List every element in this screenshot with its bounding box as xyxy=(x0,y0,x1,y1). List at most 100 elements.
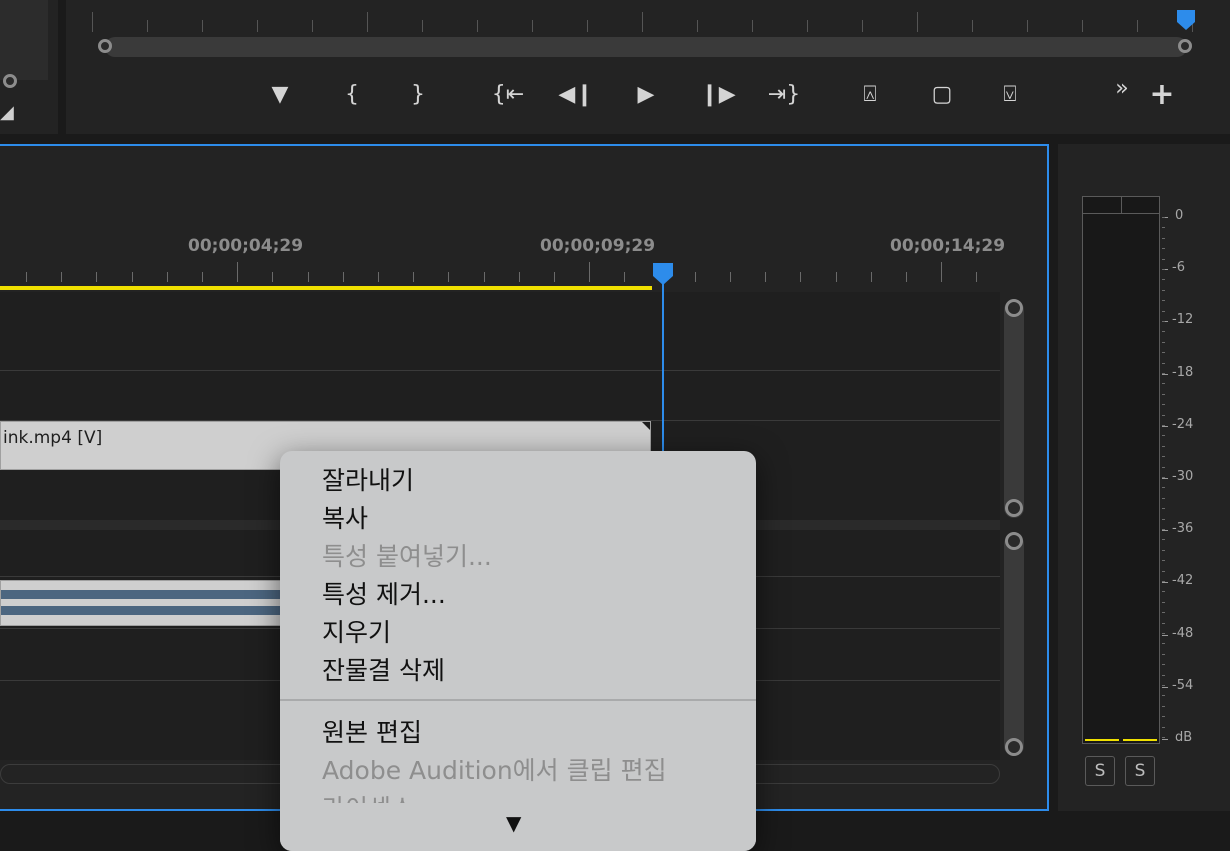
scroll-handle[interactable] xyxy=(3,74,17,88)
db-tick xyxy=(1162,582,1168,584)
context-menu: 잘라내기 복사 특성 붙여넣기... 특성 제거... 지우기 잔물결 삭제 원… xyxy=(280,451,756,851)
menu-item-clear[interactable]: 지우기 xyxy=(322,613,391,649)
db-tick xyxy=(1162,530,1168,532)
db-minor-tick xyxy=(1162,466,1165,468)
db-minor-tick xyxy=(1162,217,1165,218)
video-tracks-scrollbar[interactable] xyxy=(1004,300,1024,518)
ruler-tick xyxy=(589,262,591,282)
panel-menu-icon[interactable]: ◢ xyxy=(0,102,14,124)
ruler-tick xyxy=(312,20,313,32)
db-minor-tick xyxy=(1162,487,1165,489)
db-minor-tick xyxy=(1162,601,1165,603)
timeline-playhead-line xyxy=(662,282,664,452)
export-frame-icon[interactable]: ▢ xyxy=(922,80,962,110)
play-icon[interactable]: ▶ xyxy=(626,80,666,110)
more-icon[interactable]: » xyxy=(1102,74,1142,104)
ruler-tick xyxy=(835,272,837,282)
mark-out-icon[interactable]: } xyxy=(398,80,438,110)
ruler-tick xyxy=(378,272,379,282)
ruler-tick xyxy=(765,272,767,282)
extract-icon[interactable]: ⍌ xyxy=(990,80,1030,110)
ruler-tick xyxy=(483,272,485,282)
ruler-tick xyxy=(554,272,555,282)
go-to-out-icon[interactable]: ⇥} xyxy=(764,80,804,110)
db-minor-tick xyxy=(1162,279,1165,281)
ruler-tick xyxy=(972,20,973,32)
ruler-tick xyxy=(587,20,588,32)
ruler-tick xyxy=(448,272,450,282)
db-minor-tick xyxy=(1162,737,1165,738)
zoom-handle-right[interactable] xyxy=(1178,39,1192,53)
db-minor-tick xyxy=(1162,404,1165,406)
menu-item-cut[interactable]: 잘라내기 xyxy=(322,461,414,497)
ruler-tick xyxy=(694,272,696,282)
mark-in-icon[interactable]: { xyxy=(332,80,372,110)
clip-end-marker xyxy=(642,422,650,430)
db-minor-tick xyxy=(1162,726,1165,728)
ruler-tick xyxy=(477,20,478,32)
ruler-tick xyxy=(202,272,203,282)
menu-item-copy[interactable]: 복사 xyxy=(322,499,368,535)
db-minor-tick xyxy=(1162,643,1165,645)
ruler-tick xyxy=(1137,20,1138,32)
menu-item-edit-in-audition[interactable]: Adobe Audition에서 클립 편집 xyxy=(322,751,667,787)
audio-tracks-scrollbar[interactable] xyxy=(1004,534,1024,756)
db-minor-tick xyxy=(1162,321,1165,322)
ruler-tick xyxy=(906,272,907,282)
marker-icon[interactable]: ▼ xyxy=(260,80,300,110)
menu-item-edit-original[interactable]: 원본 편집 xyxy=(322,713,422,749)
db-minor-tick xyxy=(1162,497,1165,499)
db-minor-tick xyxy=(1162,227,1165,229)
lift-icon[interactable]: ⍓ xyxy=(850,80,890,110)
menu-separator xyxy=(280,699,756,701)
timecode-label: 00;00;14;29 xyxy=(890,236,1006,256)
audio-clip[interactable] xyxy=(0,580,290,626)
ruler-tick xyxy=(752,20,753,32)
monitor-playhead[interactable] xyxy=(1176,9,1196,31)
zoom-handle-left[interactable] xyxy=(98,39,112,53)
menu-item-ripple-delete[interactable]: 잔물결 삭제 xyxy=(322,651,445,687)
solo-button-right[interactable]: S xyxy=(1125,756,1155,786)
monitor-zoom-scrollbar[interactable] xyxy=(105,37,1187,57)
scroll-handle-bottom[interactable] xyxy=(1005,738,1023,756)
ruler-tick xyxy=(807,20,808,32)
db-minor-tick xyxy=(1162,612,1165,614)
scroll-handle-top[interactable] xyxy=(1005,532,1023,550)
step-back-icon[interactable]: ◀❙ xyxy=(556,80,596,110)
ruler-tick xyxy=(422,20,423,32)
db-minor-tick xyxy=(1162,237,1165,239)
db-label: 0 xyxy=(1175,208,1184,223)
db-minor-tick xyxy=(1162,425,1165,426)
db-label: -30 xyxy=(1172,469,1194,484)
db-minor-tick xyxy=(1162,414,1165,416)
db-tick xyxy=(1162,478,1168,479)
monitor-time-ruler[interactable] xyxy=(92,12,1193,34)
menu-item-paste-attributes[interactable]: 특성 붙여넣기... xyxy=(322,537,492,573)
ruler-tick xyxy=(61,272,63,282)
timeline-playhead[interactable] xyxy=(652,262,674,286)
db-minor-tick xyxy=(1162,456,1165,458)
scroll-handle-top[interactable] xyxy=(1005,299,1023,317)
scroll-handle-bottom[interactable] xyxy=(1005,499,1023,517)
add-button-icon[interactable]: + xyxy=(1142,80,1182,110)
menu-item-remove-attributes[interactable]: 특성 제거... xyxy=(322,575,446,611)
db-minor-tick xyxy=(1162,705,1165,707)
audio-meter xyxy=(1082,196,1160,744)
db-tick xyxy=(1162,634,1168,636)
db-minor-tick xyxy=(1162,289,1165,291)
db-minor-tick xyxy=(1162,445,1165,447)
timeline-ruler[interactable] xyxy=(0,258,1000,282)
db-minor-tick xyxy=(1162,581,1165,582)
ruler-tick xyxy=(166,272,168,282)
ruler-tick xyxy=(697,20,698,32)
solo-button-left[interactable]: S xyxy=(1085,756,1115,786)
ruler-tick xyxy=(367,12,368,32)
ruler-tick xyxy=(976,272,978,282)
ruler-tick xyxy=(730,272,731,282)
work-area-bar[interactable] xyxy=(0,286,652,290)
ruler-tick xyxy=(131,272,133,282)
go-to-in-icon[interactable]: {⇤ xyxy=(488,80,528,110)
track-divider xyxy=(0,370,1000,371)
scroll-down-arrow-icon[interactable]: ▼ xyxy=(506,811,521,835)
step-forward-icon[interactable]: ❙▶ xyxy=(698,80,738,110)
